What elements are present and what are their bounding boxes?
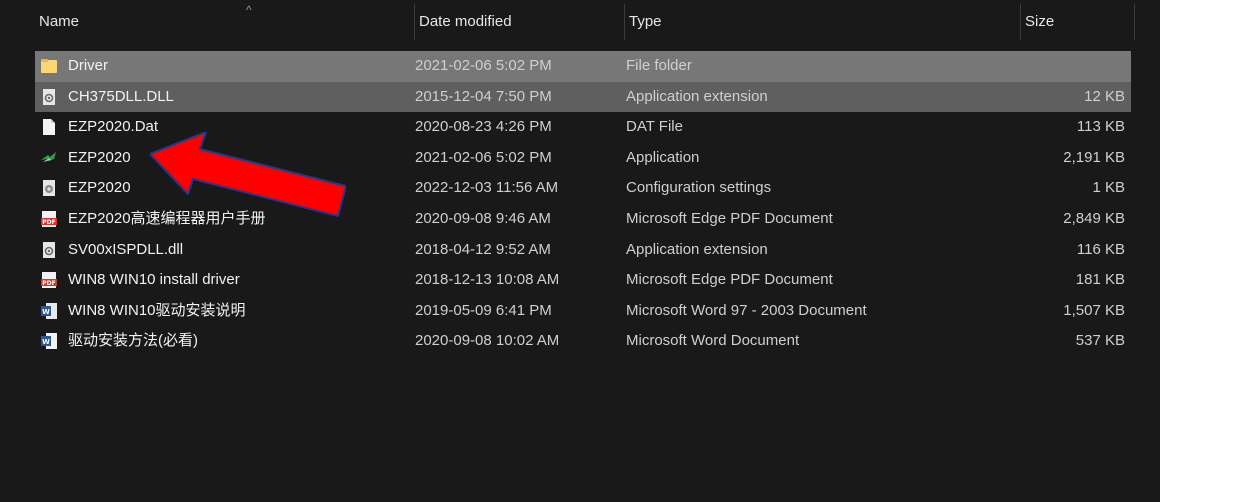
- file-date: 2019-05-09 6:41 PM: [415, 301, 552, 319]
- file-name: CH375DLL.DLL: [68, 87, 174, 105]
- file-name: Driver: [68, 57, 108, 74]
- file-date: 2020-08-23 4:26 PM: [415, 118, 552, 136]
- word-doc-icon: W: [41, 302, 57, 319]
- word-docx-icon: W: [41, 333, 57, 350]
- file-size: 1 KB: [1092, 179, 1125, 197]
- red-arrow-annotation: [150, 132, 346, 217]
- file-row[interactable]: SV00xISPDLL.dll 2018-04-12 9:52 AM Appli…: [35, 235, 1131, 266]
- file-name: 驱动安装方法(必看): [68, 332, 198, 350]
- file-name: SV00xISPDLL.dll: [68, 240, 184, 258]
- file-date: 2015-12-04 7:50 PM: [415, 87, 552, 105]
- file-row[interactable]: CH375DLL.DLL 2015-12-04 7:50 PM Applicat…: [35, 81, 1131, 113]
- svg-text:W: W: [42, 308, 50, 316]
- file-type: Microsoft Edge PDF Document: [626, 209, 833, 227]
- file-type: Configuration settings: [626, 179, 772, 197]
- file-size: 2,191 KB: [1063, 148, 1125, 166]
- file-date: 2022-12-03 11:56 AM: [415, 179, 559, 197]
- column-header-bar: Name ^ Date modified Type Size: [35, 4, 1135, 40]
- file-name: WIN8 WIN10 install driver: [68, 271, 240, 289]
- file-size: 116 KB: [1076, 240, 1125, 258]
- svg-text:PDF: PDF: [42, 219, 55, 226]
- file-type: DAT File: [626, 118, 683, 136]
- file-type: Application extension: [626, 87, 768, 105]
- file-date: 2021-02-06 5:02 PM: [415, 148, 552, 166]
- svg-text:W: W: [42, 338, 50, 346]
- svg-text:PDF: PDF: [42, 280, 55, 287]
- file-name: EZP2020: [68, 179, 131, 197]
- file-date: 2018-04-12 9:52 AM: [415, 240, 551, 258]
- folder-icon: [41, 59, 57, 73]
- file-date: 2020-09-08 9:46 AM: [415, 209, 551, 227]
- column-header-date-modified[interactable]: Date modified: [415, 4, 625, 40]
- file-size: 2,849 KB: [1063, 209, 1125, 227]
- file-row[interactable]: Driver 2021-02-06 5:02 PM File folder: [35, 51, 1131, 82]
- dll-icon: [43, 88, 55, 105]
- file-type: Application: [626, 148, 700, 166]
- pdf-icon: PDF: [41, 210, 57, 227]
- column-header-type[interactable]: Type: [625, 4, 1021, 40]
- file-type: Microsoft Edge PDF Document: [626, 271, 833, 289]
- pdf-icon: PDF: [41, 272, 57, 289]
- file-size: 1,507 KB: [1063, 301, 1125, 319]
- file-icon: [43, 119, 55, 136]
- dll-icon: [43, 241, 55, 258]
- file-size: 181 KB: [1075, 271, 1125, 289]
- file-row[interactable]: PDF WIN8 WIN10 install driver 2018-12-13…: [35, 265, 1131, 296]
- file-type: Application extension: [626, 240, 768, 258]
- column-header-size[interactable]: Size: [1021, 4, 1135, 40]
- application-icon: [41, 151, 56, 162]
- file-size: 12 KB: [1084, 87, 1125, 105]
- file-row[interactable]: W 驱动安装方法(必看) 2020-09-08 10:02 AM Microso…: [35, 326, 1131, 357]
- file-name: EZP2020.Dat: [68, 118, 159, 136]
- file-type: Microsoft Word 97 - 2003 Document: [626, 301, 867, 319]
- window-edge: [1160, 0, 1252, 502]
- file-row[interactable]: W WIN8 WIN10驱动安装说明 2019-05-09 6:41 PM Mi…: [35, 296, 1131, 327]
- file-size: 537 KB: [1075, 332, 1125, 350]
- file-type: File folder: [626, 57, 692, 74]
- sort-ascending-icon: ^: [246, 3, 252, 17]
- file-date: 2021-02-06 5:02 PM: [415, 57, 552, 74]
- file-name: WIN8 WIN10驱动安装说明: [68, 301, 246, 319]
- file-size: 113 KB: [1076, 118, 1125, 136]
- column-header-name[interactable]: Name: [35, 4, 415, 40]
- file-date: 2020-09-08 10:02 AM: [415, 332, 560, 350]
- config-icon: [43, 180, 55, 197]
- file-type: Microsoft Word Document: [626, 332, 800, 350]
- file-name: EZP2020: [68, 148, 131, 166]
- file-date: 2018-12-13 10:08 AM: [415, 271, 560, 289]
